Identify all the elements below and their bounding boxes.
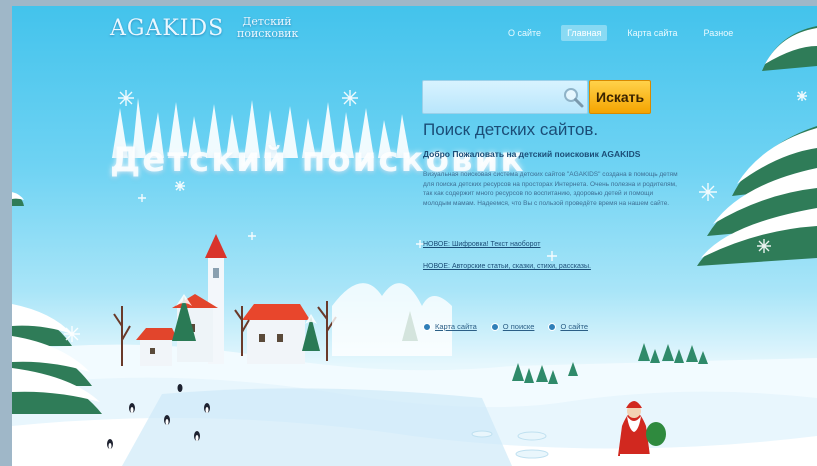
footer-link-search-info[interactable]: О поиске [490, 322, 535, 331]
bullet-icon [423, 322, 431, 331]
right-fir-trees [697, 26, 817, 266]
winter-scene [12, 26, 817, 466]
page-heading: Поиск детских сайтов. [423, 120, 599, 139]
magnifier-icon[interactable] [562, 86, 584, 108]
footer-link-label: Карта сайта [435, 322, 477, 331]
logo-subtitle: Детский поисковик [237, 15, 299, 40]
bullet-icon [490, 322, 499, 331]
nav-misc[interactable]: Разное [697, 25, 739, 41]
welcome-text: Добро Пожаловать на детский поисковик AG… [423, 149, 641, 159]
news-link-cipher[interactable]: НОВОЕ: Шифровка! Текст наоборот [423, 241, 541, 248]
nav-about[interactable]: О сайте [502, 25, 547, 41]
footer-link-sitemap[interactable]: Карта сайта [423, 322, 477, 331]
footer-link-about[interactable]: О сайте [548, 322, 588, 331]
footer-links: Карта сайта О поиске О сайте [423, 322, 588, 331]
page-frame: AGAKIDS Детский поисковик О сайте Главна… [12, 6, 817, 466]
news-link-articles[interactable]: НОВОЕ: Авторские статьи, сказки, стихи, … [423, 263, 591, 270]
bullet-icon [548, 322, 557, 331]
search-button[interactable]: Искать [589, 80, 651, 114]
footer-link-label: О поиске [502, 322, 535, 331]
nav-sitemap[interactable]: Карта сайта [621, 25, 683, 41]
site-description: Визуальная поисковая система детских сай… [423, 171, 678, 207]
site-logo[interactable]: AGAKIDS [110, 16, 224, 41]
top-nav: О сайте Главная Карта сайта Разное [502, 25, 739, 41]
nav-home[interactable]: Главная [561, 25, 608, 41]
footer-link-label: О сайте [560, 322, 588, 331]
